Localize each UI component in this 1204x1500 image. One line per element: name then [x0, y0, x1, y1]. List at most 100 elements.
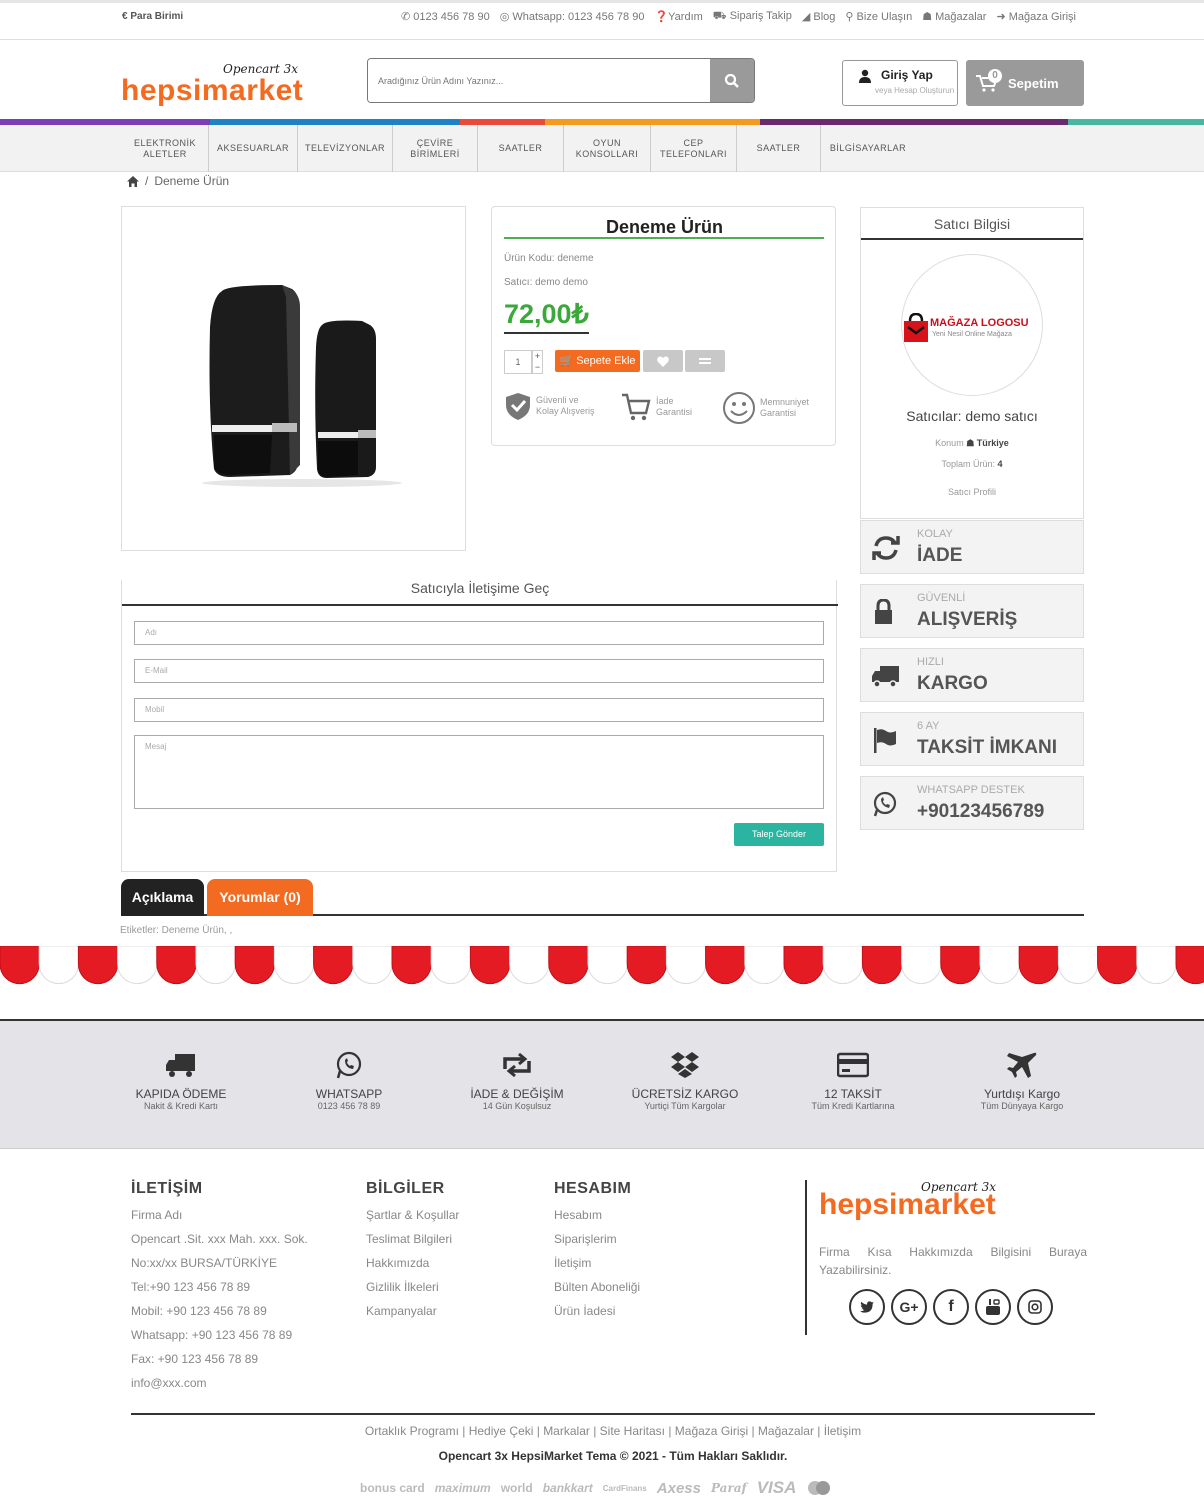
home-icon[interactable]: [127, 175, 139, 187]
awning-scallop: [705, 946, 746, 985]
awning-scallop: [1057, 946, 1099, 985]
whatsapp-link[interactable]: ◎ Whatsapp: 0123 456 78 90: [500, 10, 645, 24]
service-sub: Tüm Kredi Kartlarına: [811, 1101, 895, 1111]
awning-scallop: [469, 946, 511, 985]
product-image[interactable]: [121, 206, 466, 551]
wishlist-button[interactable]: [643, 350, 683, 372]
footer-account-link[interactable]: Bülten Aboneliği: [554, 1280, 640, 1294]
message-field[interactable]: Mesaj: [134, 735, 824, 809]
badge-satisfaction-line1: Memnuniyet: [760, 397, 810, 407]
awning-scallop: [234, 946, 275, 985]
credit-card-icon: [837, 1052, 869, 1078]
instagram-button[interactable]: [1017, 1289, 1053, 1325]
contact-link[interactable]: ⚲ Bize Ulaşın: [845, 10, 912, 24]
stores-link[interactable]: ☗ Mağazalar: [922, 10, 986, 24]
currency-selector[interactable]: € Para Birimi: [122, 11, 183, 22]
footer-info-link[interactable]: Kampanyalar: [366, 1304, 459, 1318]
nav-item-mobile-phones[interactable]: CEP TELEFONLARI: [651, 125, 737, 172]
seller-info-box: Satıcı Bilgisi MAĞAZA LOGOSU Yeni Nesil …: [860, 207, 1084, 519]
feature-top-text: GÜVENLİ: [917, 592, 966, 604]
badge-return-line1: İade: [656, 396, 674, 406]
send-request-button[interactable]: Talep Gönder: [734, 823, 824, 846]
footer-logo[interactable]: Opencart 3x hepsimarket: [819, 1180, 1019, 1225]
help-link[interactable]: ❓Yardım: [654, 10, 702, 24]
twitter-button[interactable]: [849, 1289, 885, 1325]
breadcrumb-current[interactable]: Deneme Ürün: [154, 174, 229, 188]
footer-info-link[interactable]: Gizlilik İlkeleri: [366, 1280, 459, 1294]
site-logo[interactable]: Opencart 3x hepsimarket: [121, 62, 311, 112]
add-to-cart-button[interactable]: 🛒 Sepete Ekle: [555, 350, 640, 372]
refresh-icon: [872, 536, 900, 560]
seller-total-products: Toplam Ürün: 4: [861, 459, 1083, 469]
badge-satisfaction: Memnuniyet Garantisi: [722, 391, 809, 425]
footer-account-link[interactable]: Hesabım: [554, 1208, 640, 1222]
login-button[interactable]: Giriş Yap veya Hesap Oluşturun: [842, 60, 958, 106]
badge-secure-line1: Güvenli ve: [536, 395, 579, 405]
store-logo-text: MAĞAZA LOGOSU: [930, 317, 1029, 329]
total-value: 4: [997, 459, 1003, 469]
awning-scallop: [77, 946, 119, 985]
blog-link[interactable]: ◢ Blog: [802, 10, 836, 24]
footer-account-link[interactable]: Ürün İadesi: [554, 1304, 640, 1318]
search-input[interactable]: [368, 59, 710, 102]
seller-name: Satıcılar: demo satıcı: [906, 408, 1038, 424]
google-plus-button[interactable]: G+: [891, 1289, 927, 1325]
mobile-field[interactable]: Mobil: [134, 698, 824, 722]
footer-contact-column: İLETİŞİM Firma Adı Opencart .Sit. xxx Ma…: [131, 1180, 308, 1390]
awning-scallop: [861, 946, 903, 985]
contact-text: Bize Ulaşın: [856, 11, 913, 23]
footer-contact-item: Whatsapp: +90 123 456 78 89: [131, 1328, 293, 1342]
whatsapp-icon: [336, 1051, 362, 1079]
payment-logo: bonus card: [360, 1481, 425, 1495]
compare-button[interactable]: [685, 350, 725, 372]
nav-item-televisions[interactable]: TELEVİZYONLAR: [298, 125, 393, 172]
search-button[interactable]: [710, 59, 754, 102]
awning-scallop: [1136, 946, 1177, 985]
phone-link[interactable]: ✆ 0123 456 78 90: [401, 10, 490, 24]
stores-text: Mağazalar: [935, 11, 987, 23]
footer-contact-email[interactable]: info@xxx.com: [131, 1376, 308, 1390]
footer-info-link[interactable]: Hakkımızda: [366, 1256, 459, 1270]
badge-satisfaction-line2: Garantisi: [760, 408, 797, 418]
currency-label: Para Birimi: [130, 11, 184, 22]
product-tags: Etiketler: Deneme Ürün, ,: [120, 925, 233, 936]
quantity-input[interactable]: 1: [504, 350, 532, 374]
footer-info-link[interactable]: Teslimat Bilgileri: [366, 1232, 459, 1246]
store-login-link[interactable]: ➜ Mağaza Girişi: [996, 10, 1076, 24]
name-field[interactable]: Adı: [134, 621, 824, 645]
awning-scallop: [548, 946, 589, 985]
nav-item-computers[interactable]: BİLGİSAYARLAR: [821, 125, 915, 172]
email-field[interactable]: E-Mail: [134, 659, 824, 683]
product-price: 72,00₺: [504, 299, 589, 334]
tab-reviews[interactable]: Yorumlar (0): [207, 879, 313, 916]
feature-top-text: 6 AY: [917, 720, 940, 732]
payment-logo: Axess: [656, 1479, 701, 1497]
nav-item-accessories[interactable]: AKSESUARLAR: [209, 125, 298, 172]
youtube-button[interactable]: [975, 1289, 1011, 1325]
nav-item-electronics[interactable]: ELEKTRONİK ALETLER: [122, 125, 209, 172]
nav-item-watches-2[interactable]: SAATLER: [737, 125, 821, 172]
nav-item-game-consoles[interactable]: OYUN KONSOLLARI: [564, 125, 651, 172]
service-sub: 0123 456 78 89: [317, 1101, 381, 1111]
footer-links[interactable]: Ortaklık Programı | Hediye Çeki | Markal…: [0, 1424, 1204, 1438]
nav-item-converters[interactable]: ÇEVİRE BİRİMLERİ: [393, 125, 478, 172]
footer-account-link[interactable]: İletişim: [554, 1256, 640, 1270]
store-logo[interactable]: MAĞAZA LOGOSU Yeni Nesil Online Mağaza: [901, 254, 1043, 396]
seller-profile-link[interactable]: Satıcı Profili: [861, 487, 1083, 497]
mastercard-logo: [808, 1481, 831, 1495]
footer-account-link[interactable]: Siparişlerim: [554, 1232, 640, 1246]
nav-item-watches[interactable]: SAATLER: [478, 125, 564, 172]
feature-whatsapp-support[interactable]: WHATSAPP DESTEK +90123456789: [860, 776, 1084, 830]
feature-top-text: WHATSAPP DESTEK: [917, 784, 1025, 796]
payment-logos: bonus card maximum world bankkart CardFi…: [360, 1478, 832, 1498]
facebook-button[interactable]: f: [933, 1289, 969, 1325]
awning-scallop: [117, 946, 158, 985]
service-sub: Nakit & Kredi Kartı: [143, 1101, 219, 1111]
quantity-stepper[interactable]: + −: [532, 350, 543, 374]
tab-description[interactable]: Açıklama: [121, 879, 204, 916]
order-track-text: Sipariş Takip: [729, 10, 792, 22]
order-track-link[interactable]: ⛟ Sipariş Takip: [713, 10, 792, 24]
cart-button[interactable]: 0 Sepetim: [966, 60, 1084, 106]
footer-info-link[interactable]: Şartlar & Koşullar: [366, 1208, 459, 1222]
main-nav: ELEKTRONİK ALETLER AKSESUARLAR TELEVİZYO…: [122, 125, 915, 172]
